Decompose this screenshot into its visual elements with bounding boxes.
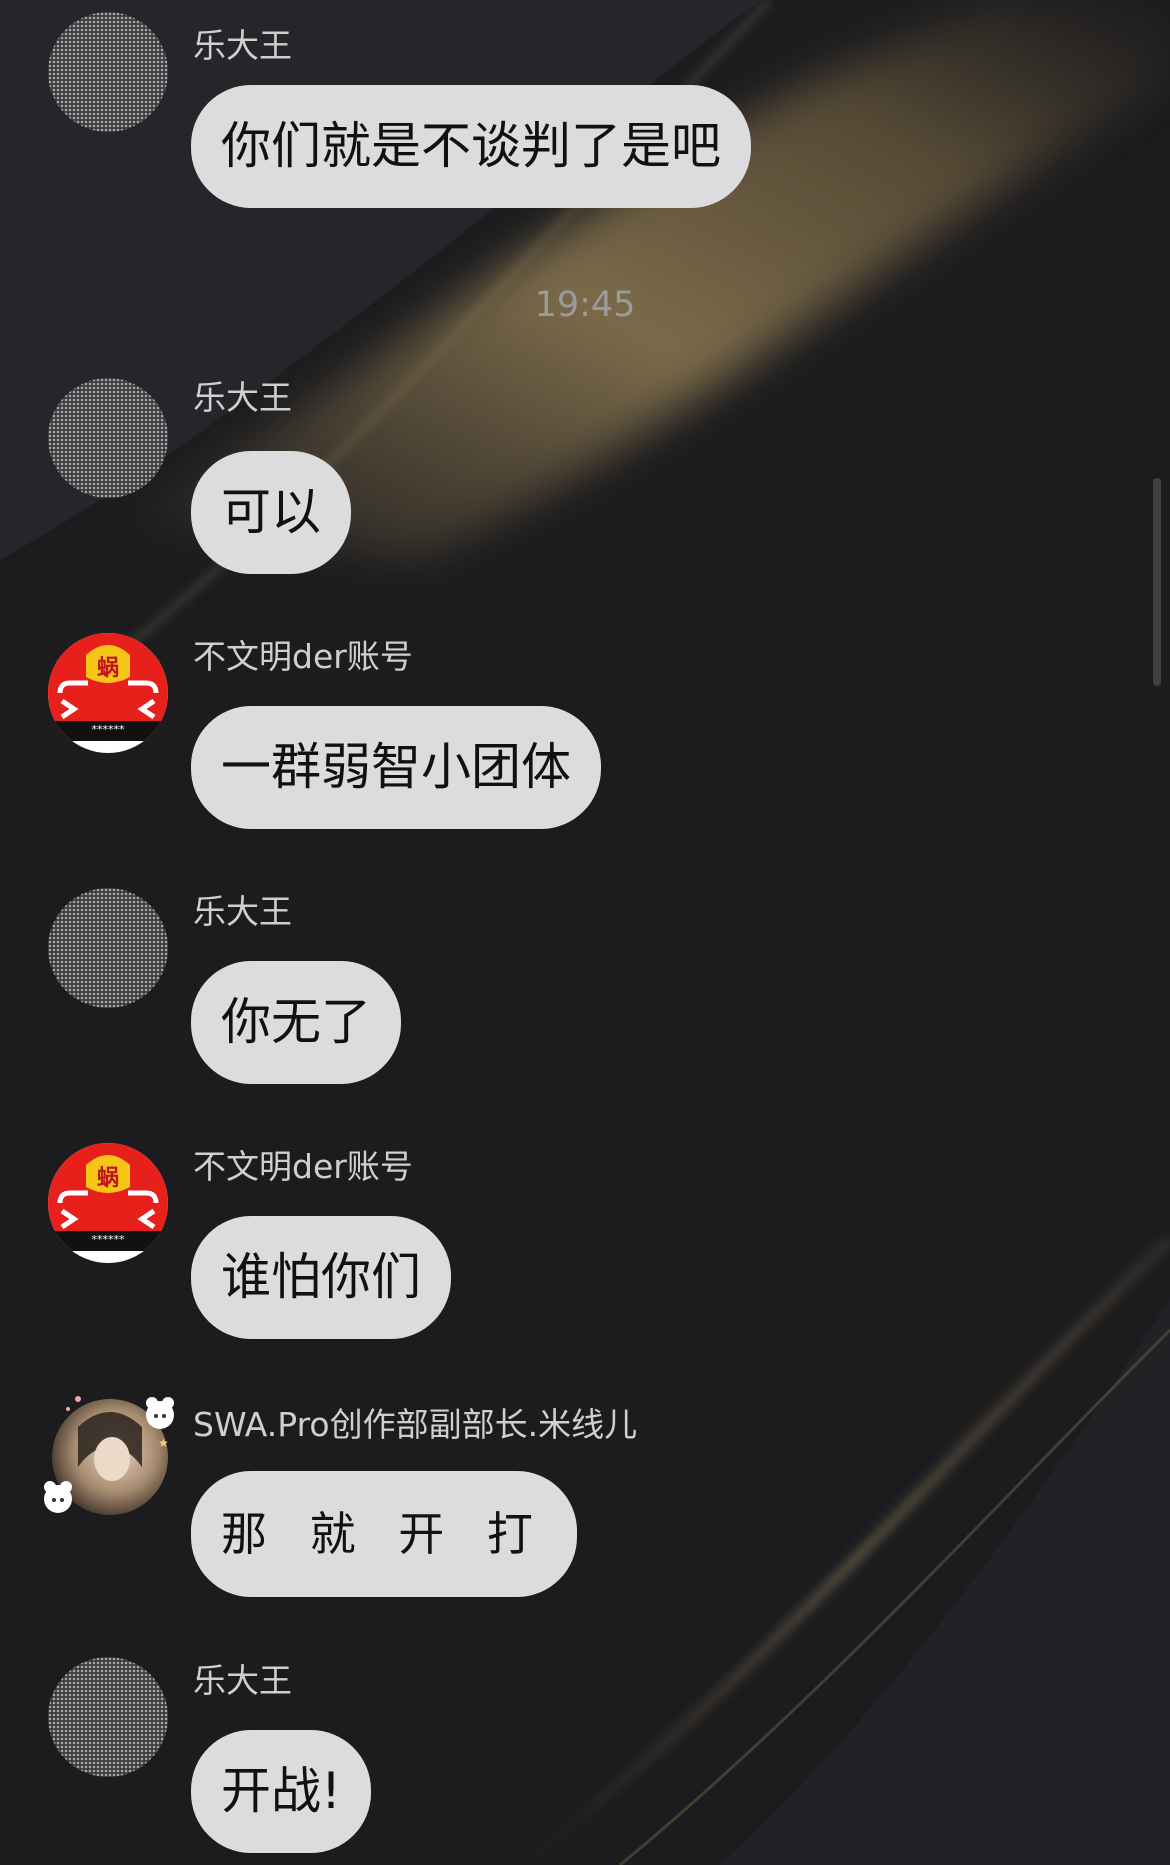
- girl-photo-icon: ★: [44, 1396, 174, 1515]
- message-bubble[interactable]: 你无了: [191, 961, 401, 1084]
- avatar[interactable]: [48, 888, 168, 1008]
- sender-name: SWA.Pro创作部副部长.米线儿: [193, 1405, 638, 1444]
- svg-text:★: ★: [158, 1436, 169, 1450]
- message-bubble[interactable]: 那 就 开 打: [191, 1471, 577, 1597]
- sender-name: 乐大王: [193, 378, 292, 417]
- svg-text:蜗: 蜗: [97, 656, 119, 681]
- sender-name: 乐大王: [193, 1661, 292, 1700]
- message-bubble[interactable]: 谁怕你们: [191, 1216, 451, 1339]
- message-bubble[interactable]: 开战!: [191, 1730, 372, 1853]
- avatar-caption: ******: [91, 1233, 125, 1246]
- avatar[interactable]: [48, 12, 168, 132]
- avatar[interactable]: 蜗 ******: [48, 633, 168, 753]
- svg-text:蜗: 蜗: [97, 1166, 119, 1191]
- sender-name: 乐大王: [193, 892, 292, 931]
- avatar[interactable]: ★: [38, 1387, 178, 1527]
- avatar[interactable]: [48, 378, 168, 498]
- scrollbar[interactable]: [1153, 478, 1161, 686]
- avatar[interactable]: 蜗 ******: [48, 1143, 168, 1263]
- sender-name: 不文明der账号: [193, 1147, 413, 1186]
- message-bubble[interactable]: 可以: [191, 451, 351, 574]
- sender-name: 乐大王: [193, 26, 292, 65]
- message-bubble[interactable]: 你们就是不谈判了是吧: [191, 85, 751, 208]
- message-bubble[interactable]: 一群弱智小团体: [191, 706, 601, 829]
- chat-background: [0, 0, 1170, 1865]
- avatar-caption: ******: [91, 723, 125, 736]
- sender-name: 不文明der账号: [193, 637, 413, 676]
- avatar[interactable]: [48, 1657, 168, 1777]
- message-timestamp: 19:45: [534, 285, 636, 325]
